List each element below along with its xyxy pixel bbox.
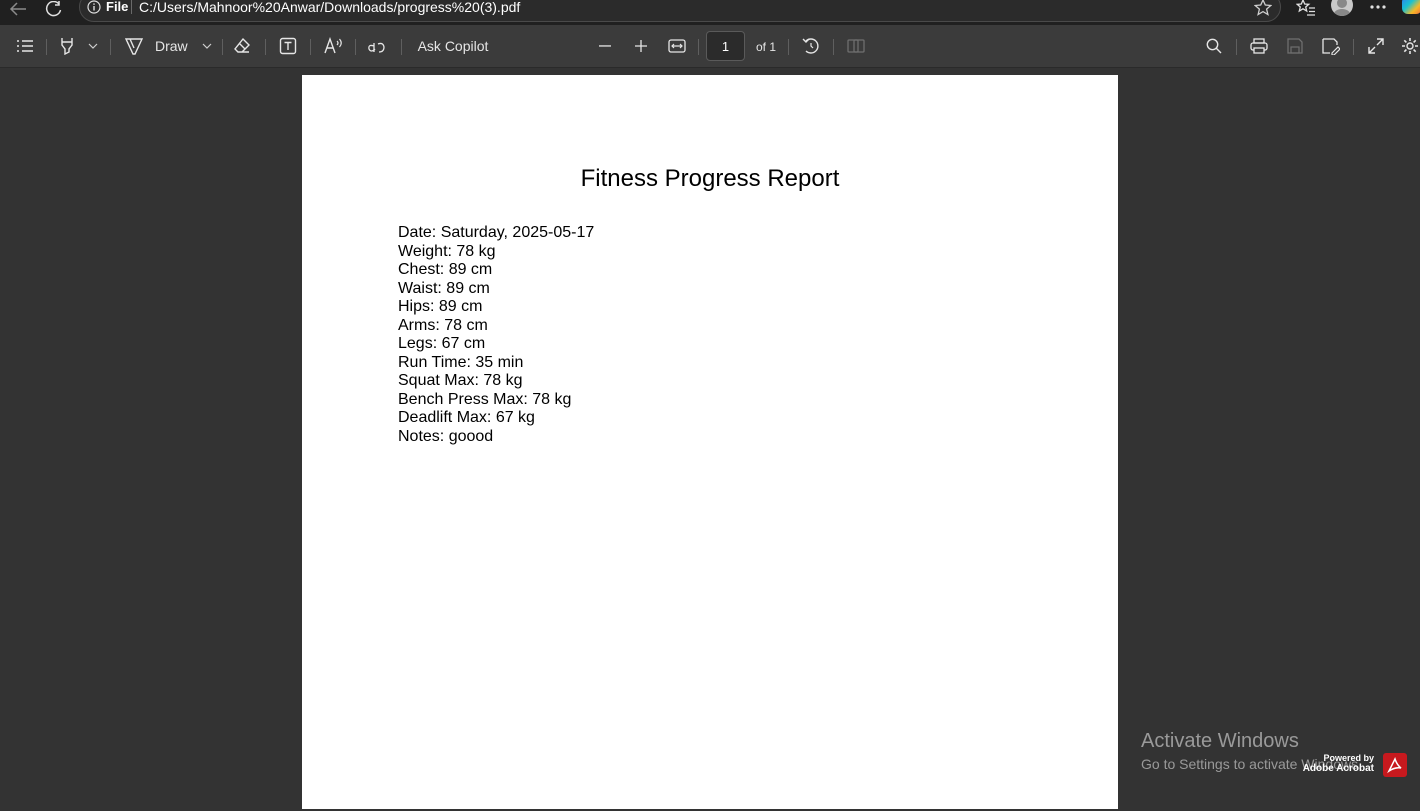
- read-aloud-button[interactable]: [323, 34, 345, 58]
- search-button[interactable]: [1203, 34, 1225, 58]
- text-box-icon: [279, 37, 297, 55]
- report-line-bench-press-max: Bench Press Max: 78 kg: [398, 390, 572, 408]
- report-line-waist: Waist: 89 cm: [398, 279, 490, 297]
- more-options-button[interactable]: [1368, 0, 1388, 16]
- favorites-button[interactable]: [1296, 0, 1316, 16]
- document-body: Date: Saturday, 2025-05-17 Weight: 78 kg…: [398, 224, 594, 446]
- printer-icon: [1250, 38, 1268, 54]
- refresh-button[interactable]: [44, 0, 64, 18]
- info-icon[interactable]: [87, 0, 101, 14]
- report-line-arms: Arms: 78 cm: [398, 316, 488, 334]
- powered-by-line2: Adobe Acrobat: [1302, 763, 1374, 774]
- more-dots-icon: [1370, 5, 1386, 9]
- settings-button[interactable]: [1400, 34, 1420, 58]
- draw-options-button[interactable]: [199, 34, 215, 58]
- zoom-out-button[interactable]: [594, 34, 616, 58]
- ask-copilot-label: Ask Copilot: [417, 38, 489, 54]
- url-text[interactable]: C:/Users/Mahnoor%20Anwar/Downloads/progr…: [139, 0, 520, 15]
- toolbar-divider: [788, 39, 789, 55]
- fit-width-icon: [668, 39, 686, 53]
- star-icon: [1254, 0, 1272, 16]
- contents-button[interactable]: [14, 34, 36, 58]
- save-button[interactable]: [1284, 34, 1306, 58]
- url-divider: [131, 0, 132, 14]
- page-view-button[interactable]: [845, 34, 867, 58]
- save-as-icon: [1322, 37, 1340, 55]
- zoom-in-button[interactable]: [630, 34, 652, 58]
- save-icon: [1287, 38, 1303, 54]
- back-arrow-icon: [9, 2, 26, 16]
- page-total-label: of 1: [756, 40, 777, 54]
- add-text-button[interactable]: [277, 34, 299, 58]
- back-button[interactable]: [8, 0, 28, 18]
- toolbar-divider: [310, 39, 311, 55]
- pdf-toolbar: Draw Ask Copilot of 1: [0, 25, 1420, 68]
- ask-copilot-button[interactable]: Ask Copilot: [411, 34, 495, 58]
- minus-icon: [599, 45, 611, 47]
- toolbar-divider: [698, 39, 699, 55]
- fit-to-width-button[interactable]: [666, 34, 688, 58]
- chevron-down-icon: [88, 43, 98, 49]
- rotate-button[interactable]: [800, 34, 822, 58]
- pen-icon: [124, 38, 144, 55]
- report-line-weight: Weight: 78 kg: [398, 242, 496, 260]
- document-title: Fitness Progress Report: [580, 165, 840, 192]
- draw-label: Draw: [155, 38, 188, 54]
- report-line-chest: Chest: 89 cm: [398, 261, 493, 278]
- gear-icon: [1402, 38, 1418, 54]
- watermark-title: Activate Windows: [1141, 730, 1299, 752]
- pdf-page: Fitness Progress Report Date: Saturday, …: [302, 75, 1118, 809]
- erase-button[interactable]: [231, 34, 253, 58]
- report-line-squat-max: Squat Max: 78 kg: [398, 372, 523, 389]
- search-icon: [1206, 38, 1222, 54]
- favorite-button[interactable]: [1253, 0, 1273, 16]
- chevron-down-icon: [202, 43, 212, 49]
- page-view-icon: [847, 39, 865, 53]
- report-line-legs: Legs: 67 cm: [398, 335, 486, 352]
- eraser-icon: [234, 37, 250, 53]
- report-line-hips: Hips: 89 cm: [398, 298, 483, 315]
- toolbar-divider: [265, 39, 266, 55]
- toolbar-divider: [1236, 39, 1237, 55]
- fullscreen-button[interactable]: [1365, 34, 1387, 58]
- highlight-button[interactable]: [57, 34, 77, 58]
- toolbar-divider: [46, 39, 47, 55]
- toolbar-divider: [1353, 39, 1354, 55]
- address-bar: File C:/Users/Mahnoor%20Anwar/Downloads/…: [0, 0, 1420, 25]
- plus-icon: [635, 40, 647, 52]
- draw-button[interactable]: Draw: [124, 34, 198, 58]
- toolbar-divider: [222, 39, 223, 55]
- toolbar-divider: [355, 39, 356, 55]
- report-line-date: Date: Saturday, 2025-05-17: [398, 224, 595, 241]
- page-number-input[interactable]: [706, 31, 745, 61]
- print-button[interactable]: [1248, 34, 1270, 58]
- read-aloud-icon: [324, 37, 342, 54]
- list-icon: [17, 40, 33, 52]
- rotate-icon: [802, 38, 819, 54]
- adobe-acrobat-logo-icon: [1383, 753, 1407, 777]
- profile-avatar[interactable]: [1331, 0, 1353, 16]
- expand-icon: [1368, 38, 1384, 54]
- save-as-button[interactable]: [1320, 34, 1342, 58]
- translate-icon: [368, 42, 385, 53]
- copilot-icon[interactable]: [1402, 0, 1420, 14]
- report-line-run-time: Run Time: 35 min: [398, 353, 524, 371]
- toolbar-divider: [110, 39, 111, 55]
- report-line-deadlift-max: Deadlift Max: 67 kg: [398, 409, 535, 426]
- powered-by-badge: Powered by Adobe Acrobat: [1300, 753, 1374, 775]
- highlighter-icon: [61, 38, 73, 55]
- toolbar-divider: [401, 39, 402, 55]
- toolbar-divider: [833, 39, 834, 55]
- report-line-notes: Notes: goood: [398, 427, 494, 445]
- refresh-icon: [45, 1, 62, 17]
- powered-by-line1: Powered by: [1323, 753, 1374, 763]
- highlight-options-button[interactable]: [85, 34, 101, 58]
- translate-button[interactable]: [366, 34, 388, 58]
- favorites-list-icon: [1296, 0, 1315, 16]
- url-scheme-label: File: [106, 0, 129, 14]
